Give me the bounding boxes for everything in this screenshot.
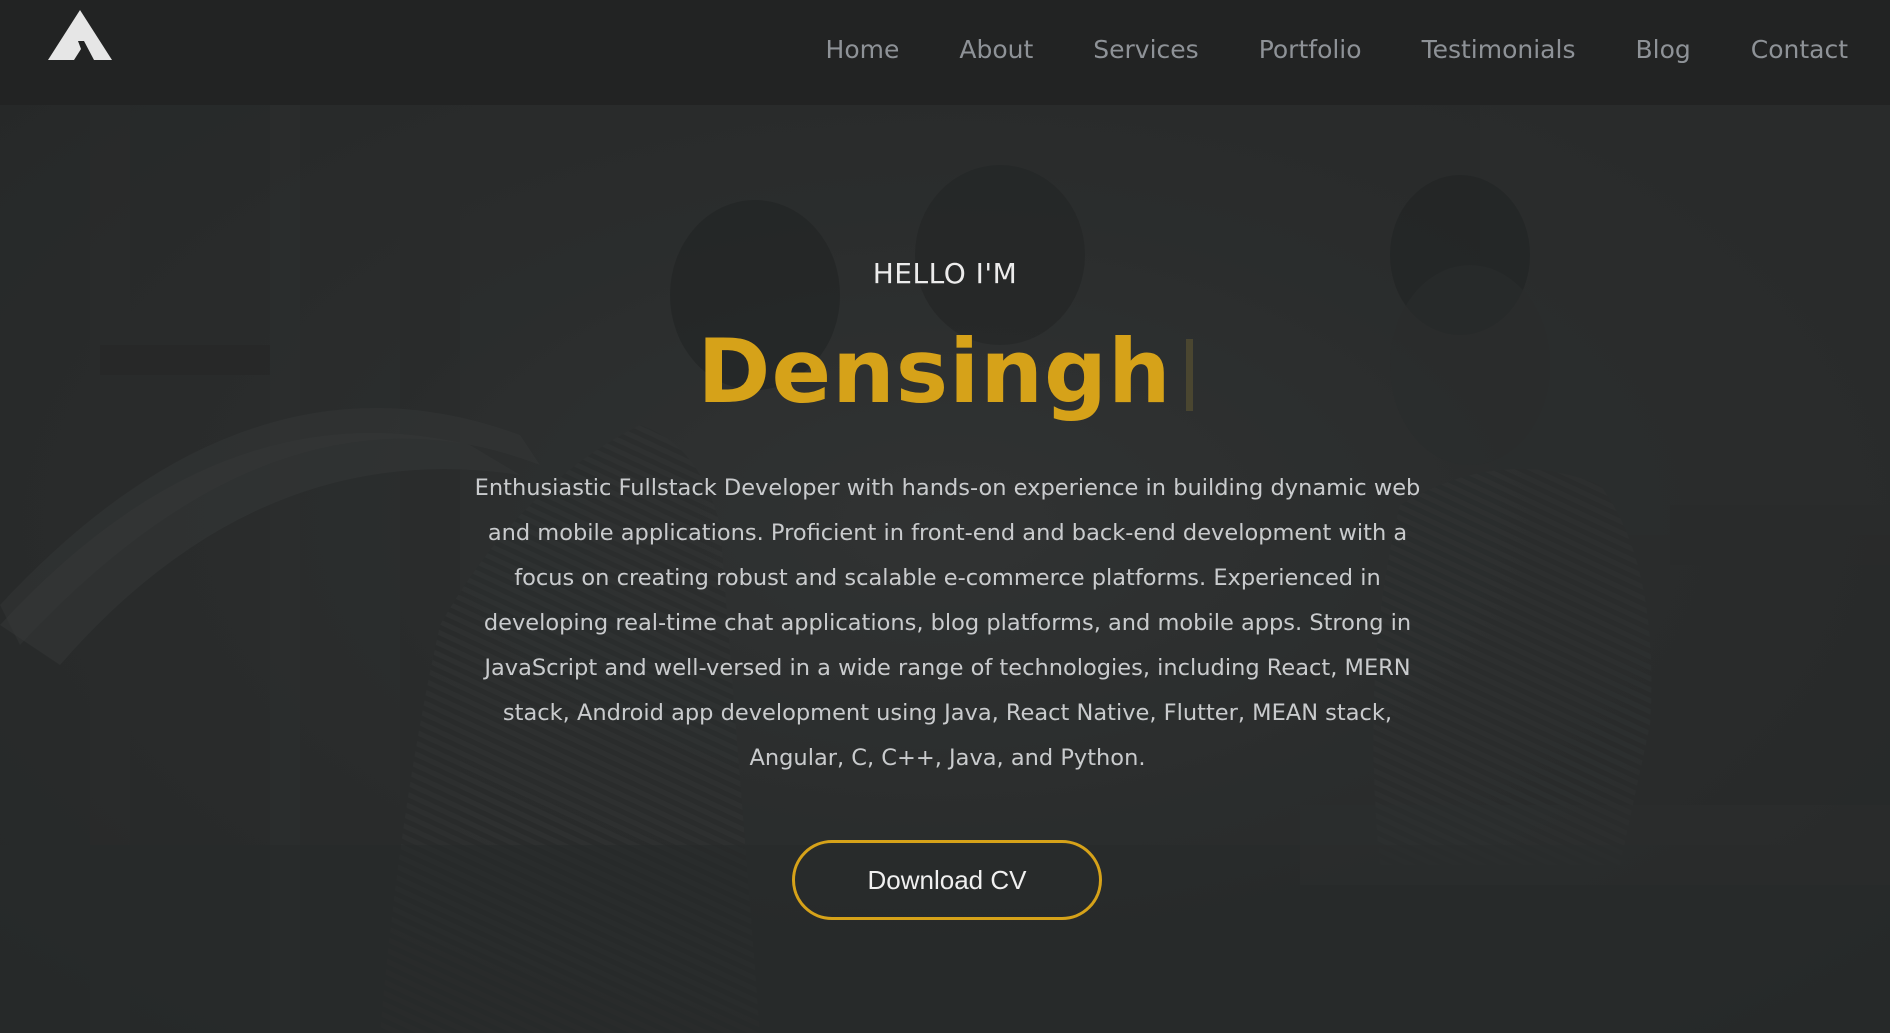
nav-blog[interactable]: Blog xyxy=(1635,35,1690,64)
hero-name: Densingh xyxy=(697,320,1172,423)
nav-services[interactable]: Services xyxy=(1093,35,1198,64)
nav-about[interactable]: About xyxy=(959,35,1033,64)
hero-name-row: Densingh xyxy=(0,320,1890,423)
hero-section: HELLO I'M Densingh Enthusiastic Fullstac… xyxy=(0,105,1890,1033)
main-nav: Home About Services Portfolio Testimonia… xyxy=(766,0,1848,105)
hero-description: Enthusiastic Fullstack Developer with ha… xyxy=(474,475,1421,771)
hero-content: HELLO I'M Densingh Enthusiastic Fullstac… xyxy=(0,105,1890,1033)
nav-portfolio[interactable]: Portfolio xyxy=(1259,35,1362,64)
triangle-a-logo-icon xyxy=(48,10,112,60)
navbar: Home About Services Portfolio Testimonia… xyxy=(0,0,1890,105)
typing-cursor xyxy=(1185,338,1193,411)
nav-home[interactable]: Home xyxy=(826,35,900,64)
download-cv-button[interactable]: Download CV xyxy=(792,840,1102,920)
nav-contact[interactable]: Contact xyxy=(1751,35,1848,64)
hero-greeting: HELLO I'M xyxy=(872,257,1018,290)
logo-link[interactable] xyxy=(48,10,112,60)
nav-testimonials[interactable]: Testimonials xyxy=(1422,35,1576,64)
